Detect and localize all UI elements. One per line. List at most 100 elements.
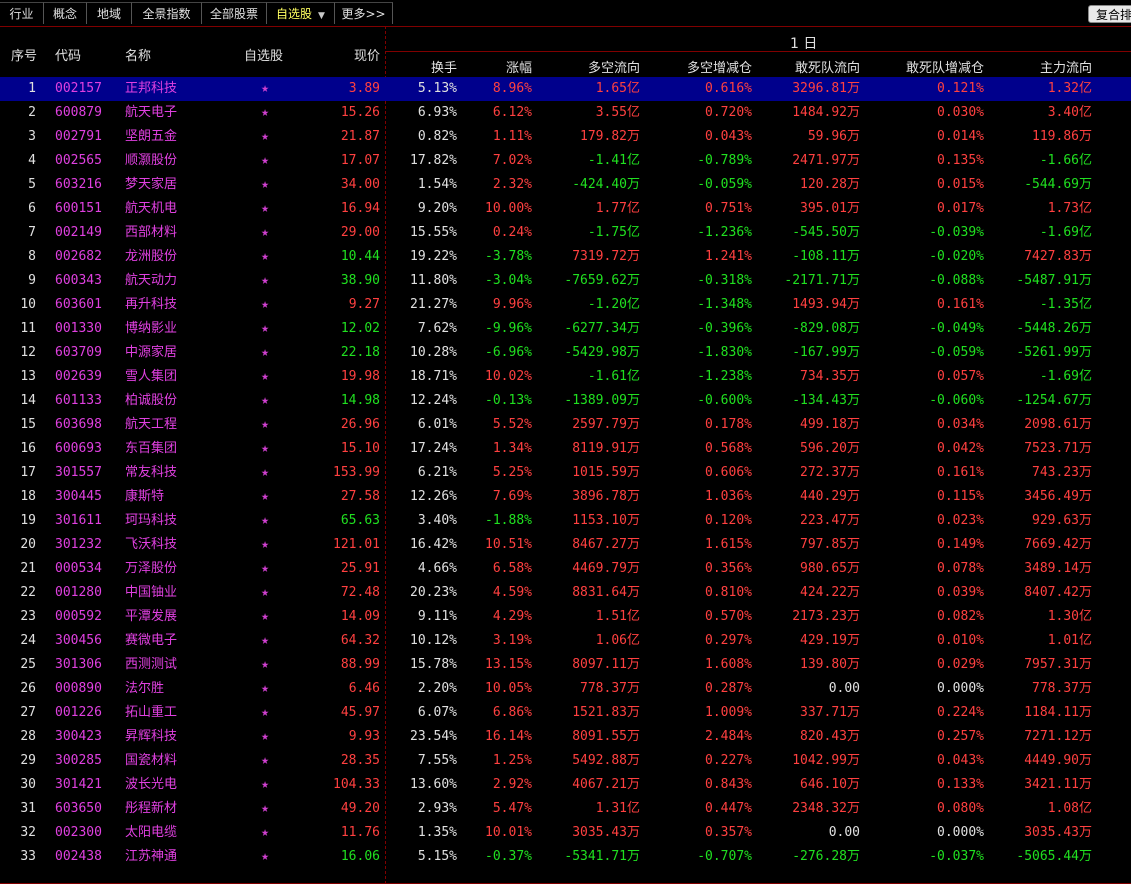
main-flow: 7427.83万 (1024, 249, 1092, 264)
table-row[interactable]: 5 603216 梦天家居 ★ 34.00 1.54% 2.32% -424.40万 -0.05… (0, 173, 1131, 197)
stock-code: 603709 (55, 345, 102, 360)
table-row[interactable]: 8 002682 龙洲股份 ★ 10.44 19.22% -3.78% 7319.72万 1.2… (0, 245, 1131, 269)
table-row[interactable]: 21 000534 万泽股份 ★ 25.91 4.66% 6.58% 4469.79万 0.35… (0, 557, 1131, 581)
price: 72.48 (340, 585, 380, 600)
dare-flow: 139.80万 (800, 657, 860, 672)
main-flow: 2098.61万 (1024, 417, 1092, 432)
header-turnover[interactable]: 换手 (395, 57, 457, 76)
stock-code: 300285 (55, 753, 102, 768)
table-row[interactable]: 6 600151 航天机电 ★ 16.94 9.20% 10.00% 1.77亿 0.751% 3… (0, 197, 1131, 221)
flow-delta: 1.009% (705, 705, 752, 720)
tab-4[interactable]: 全部股票 (202, 2, 267, 24)
header-code[interactable]: 代码 (55, 45, 81, 64)
table-row[interactable]: 22 001280 中国铀业 ★ 72.48 20.23% 4.59% 8831.64万 0.8… (0, 581, 1131, 605)
price: 15.10 (340, 441, 380, 456)
table-row[interactable]: 26 000890 法尔胜 ★ 6.46 2.20% 10.05% 778.37万 0.287%… (0, 677, 1131, 701)
tab-3[interactable]: 全景指数 (132, 2, 202, 24)
turnover: 1.35% (417, 825, 457, 840)
header-main[interactable]: 主力流向 (1000, 57, 1092, 76)
stock-code: 301306 (55, 657, 102, 672)
flow-delta: 0.751% (705, 201, 752, 216)
compound-sort-button[interactable]: 复合排 (1088, 5, 1131, 23)
change-pct: 10.01% (485, 825, 532, 840)
price: 10.44 (340, 249, 380, 264)
header-watchlist[interactable]: 自选股 (244, 45, 283, 64)
stock-name: 康斯特 (125, 489, 165, 504)
header-price[interactable]: 现价 (320, 45, 380, 64)
stock-name: 赛微电子 (125, 633, 178, 648)
header-flow-delta[interactable]: 多空增减仓 (660, 57, 752, 76)
turnover: 2.93% (417, 801, 457, 816)
price: 28.35 (340, 753, 380, 768)
header-dare[interactable]: 敢死队流向 (770, 57, 860, 76)
table-row[interactable]: 14 601133 柏诚股份 ★ 14.98 12.24% -0.13% -1389.09万 -… (0, 389, 1131, 413)
table-row[interactable]: 20 301232 飞沃科技 ★ 121.01 16.42% 10.51% 8467.27万 1… (0, 533, 1131, 557)
turnover: 2.20% (417, 681, 457, 696)
flow: -5429.98万 (564, 345, 640, 360)
header-change[interactable]: 涨幅 (470, 57, 532, 76)
header-index[interactable]: 序号 (11, 45, 37, 64)
flow-delta: -0.600% (697, 393, 752, 408)
tab-6[interactable]: 更多>> (335, 2, 393, 24)
header-name[interactable]: 名称 (125, 45, 151, 64)
table-row[interactable]: 13 002639 雪人集团 ★ 19.98 18.71% 10.02% -1.61亿 -1.2… (0, 365, 1131, 389)
header-flow[interactable]: 多空流向 (545, 57, 640, 76)
main-flow: 1.01亿 (1047, 633, 1092, 648)
stock-code: 001226 (55, 705, 102, 720)
change-pct: -1.88% (485, 513, 532, 528)
table-row[interactable]: 30 301421 波长光电 ★ 104.33 13.60% 2.92% 4067.21万 0.… (0, 773, 1131, 797)
dare-delta: 0.057% (937, 369, 984, 384)
change-pct: 16.14% (485, 729, 532, 744)
table-row[interactable]: 2 600879 航天电子 ★ 15.26 6.93% 6.12% 3.55亿 0.720% 14… (0, 101, 1131, 125)
table-row[interactable]: 10 603601 再升科技 ★ 9.27 21.27% 9.96% -1.20亿 -1.348… (0, 293, 1131, 317)
table-row[interactable]: 9 600343 航天动力 ★ 38.90 11.80% -3.04% -7659.62万 -0… (0, 269, 1131, 293)
change-pct: 10.51% (485, 537, 532, 552)
price: 26.96 (340, 417, 380, 432)
table-row[interactable]: 19 301611 珂玛科技 ★ 65.63 3.40% -1.88% 1153.10万 0.1… (0, 509, 1131, 533)
dare-flow: 646.10万 (800, 777, 860, 792)
table-row[interactable]: 27 001226 拓山重工 ★ 45.97 6.07% 6.86% 1521.83万 1.00… (0, 701, 1131, 725)
table-row[interactable]: 32 002300 太阳电缆 ★ 11.76 1.35% 10.01% 3035.43万 0.3… (0, 821, 1131, 845)
table-row[interactable]: 11 001330 博纳影业 ★ 12.02 7.62% -9.96% -6277.34万 -0… (0, 317, 1131, 341)
table-row[interactable]: 31 603650 彤程新材 ★ 49.20 2.93% 5.47% 1.31亿 0.447% 2… (0, 797, 1131, 821)
table-row[interactable]: 17 301557 常友科技 ★ 153.99 6.21% 5.25% 1015.59万 0.6… (0, 461, 1131, 485)
watchlist-star-icon: ★ (261, 369, 269, 384)
table-row[interactable]: 25 301306 西测测试 ★ 88.99 15.78% 13.15% 8097.11万 1.… (0, 653, 1131, 677)
table-row[interactable]: 24 300456 赛微电子 ★ 64.32 10.12% 3.19% 1.06亿 0.297%… (0, 629, 1131, 653)
table-row[interactable]: 16 600693 东百集团 ★ 15.10 17.24% 1.34% 8119.91万 0.5… (0, 437, 1131, 461)
change-pct: -0.13% (485, 393, 532, 408)
change-pct: 5.52% (492, 417, 532, 432)
dare-flow: 1493.94万 (792, 297, 860, 312)
header-dare-delta[interactable]: 敢死队增减仓 (880, 57, 984, 76)
flow: 3035.43万 (572, 825, 640, 840)
table-row[interactable]: 15 603698 航天工程 ★ 26.96 6.01% 5.52% 2597.79万 0.17… (0, 413, 1131, 437)
turnover: 7.55% (417, 753, 457, 768)
row-index: 14 (20, 393, 36, 408)
price: 16.06 (340, 849, 380, 864)
table-row[interactable]: 23 000592 平潭发展 ★ 14.09 9.11% 4.29% 1.51亿 0.570% 2… (0, 605, 1131, 629)
change-pct: -6.96% (485, 345, 532, 360)
dare-delta: -0.039% (929, 225, 984, 240)
tab-0[interactable]: 行业 (0, 2, 44, 24)
table-row[interactable]: 29 300285 国瓷材料 ★ 28.35 7.55% 1.25% 5492.88万 0.22… (0, 749, 1131, 773)
table-row[interactable]: 18 300445 康斯特 ★ 27.58 12.26% 7.69% 3896.78万 1.03… (0, 485, 1131, 509)
stock-code: 600151 (55, 201, 102, 216)
turnover: 5.13% (417, 81, 457, 96)
table-row[interactable]: 28 300423 昇辉科技 ★ 9.93 23.54% 16.14% 8091.55万 2.4… (0, 725, 1131, 749)
stock-code: 001280 (55, 585, 102, 600)
tab-5[interactable]: 自选股 ▼ (267, 2, 335, 24)
flow-delta: 0.616% (705, 81, 752, 96)
dare-delta: 0.029% (937, 657, 984, 672)
flow-delta: 0.356% (705, 561, 752, 576)
change-pct: 1.11% (492, 129, 532, 144)
table-row[interactable]: 7 002149 西部材料 ★ 29.00 15.55% 0.24% -1.75亿 -1.236… (0, 221, 1131, 245)
tab-1[interactable]: 概念 (44, 2, 87, 24)
table-row[interactable]: 4 002565 顺灏股份 ★ 17.07 17.82% 7.02% -1.41亿 -0.789… (0, 149, 1131, 173)
table-row[interactable]: 1 002157 正邦科技 ★ 3.89 5.13% 8.96% 1.65亿 0.616% 329… (0, 77, 1131, 101)
flow: 5492.88万 (572, 753, 640, 768)
table-row[interactable]: 12 603709 中源家居 ★ 22.18 10.28% -6.96% -5429.98万 -… (0, 341, 1131, 365)
table-row[interactable]: 3 002791 坚朗五金 ★ 21.87 0.82% 1.11% 179.82万 0.043%… (0, 125, 1131, 149)
tab-2[interactable]: 地域 (87, 2, 132, 24)
table-row[interactable]: 33 002438 江苏神通 ★ 16.06 5.15% -0.37% -5341.71万 -0… (0, 845, 1131, 869)
flow-delta: 0.357% (705, 825, 752, 840)
